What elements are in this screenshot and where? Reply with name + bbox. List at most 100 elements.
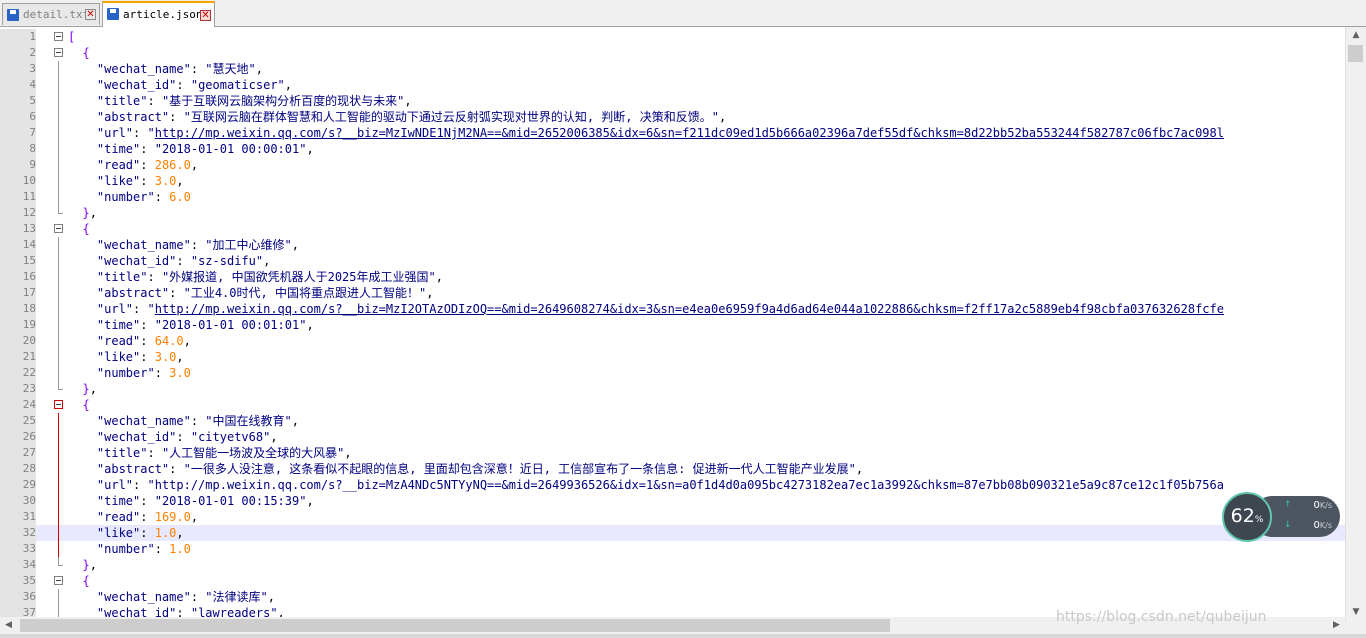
- line-number: 36: [0, 589, 36, 605]
- code-line[interactable]: 27 "title": "人工智能一场波及全球的大风暴",: [0, 445, 1345, 461]
- code-line[interactable]: 34 },: [0, 557, 1345, 573]
- memory-percent: 62: [1230, 505, 1255, 527]
- code-line[interactable]: 29 "url": "http://mp.weixin.qq.com/s?__b…: [0, 477, 1345, 493]
- code-line[interactable]: 13 {: [0, 221, 1345, 237]
- tab-article-json[interactable]: article.json ✕: [102, 1, 215, 27]
- code-line[interactable]: 20 "read": 64.0,: [0, 333, 1345, 349]
- code-line[interactable]: 33 "number": 1.0: [0, 541, 1345, 557]
- code-line[interactable]: 28 "abstract": "一很多人没注意, 这条看似不起眼的信息, 里面却…: [0, 461, 1345, 477]
- code-token: :: [176, 430, 191, 444]
- scroll-down-arrow-icon[interactable]: ▼: [1346, 604, 1366, 621]
- code-token: :: [140, 318, 155, 332]
- code-line[interactable]: 1[: [0, 29, 1345, 45]
- code-line[interactable]: 26 "wechat_id": "cityetv68",: [0, 429, 1345, 445]
- code-token: :: [140, 350, 155, 364]
- code-token: :: [133, 126, 148, 140]
- code-text: {: [68, 221, 90, 237]
- code-line[interactable]: 8 "time": "2018-01-01 00:00:01",: [0, 141, 1345, 157]
- code-line[interactable]: 4 "wechat_id": "geomaticser",: [0, 77, 1345, 93]
- line-number: 19: [0, 317, 36, 333]
- code-line[interactable]: 24 {: [0, 397, 1345, 413]
- code-token: "2018-01-01 00:00:01": [154, 142, 307, 156]
- code-line[interactable]: 12 },: [0, 205, 1345, 221]
- code-line[interactable]: 31 "read": 169.0,: [0, 509, 1345, 525]
- scroll-left-arrow-icon[interactable]: ◀: [0, 617, 17, 634]
- line-number: 6: [0, 109, 36, 125]
- code-line[interactable]: 9 "read": 286.0,: [0, 157, 1345, 173]
- code-line[interactable]: 23 },: [0, 381, 1345, 397]
- code-text: "wechat_id": "sz-sdifu",: [68, 253, 270, 269]
- code-line[interactable]: 36 "wechat_name": "法律读库",: [0, 589, 1345, 605]
- scroll-thumb[interactable]: [1348, 45, 1363, 62]
- code-token: "title": [96, 446, 148, 460]
- code-text: "number": 3.0: [68, 365, 191, 381]
- line-number: 28: [0, 461, 36, 477]
- fold-toggle-icon[interactable]: [54, 48, 63, 57]
- line-number: 31: [0, 509, 36, 525]
- code-token: {: [68, 222, 90, 236]
- fold-toggle-icon[interactable]: [54, 400, 63, 409]
- code-line[interactable]: 16 "title": "外媒报道, 中国欲凭机器人于2025年成工业强国",: [0, 269, 1345, 285]
- fold-end-marker: [58, 389, 63, 390]
- code-line[interactable]: 11 "number": 6.0: [0, 189, 1345, 205]
- tab-label: article.json: [123, 8, 203, 21]
- tab-detail-txt[interactable]: detail.txt ✕: [2, 3, 100, 25]
- fold-toggle-icon[interactable]: [54, 32, 63, 41]
- code-token: :: [169, 286, 184, 300]
- code-token: "url": [96, 478, 134, 492]
- code-editor[interactable]: 1[2 {3 "wechat_name": "慧天地", 4 "wechat_id…: [0, 27, 1366, 621]
- vertical-scrollbar[interactable]: ▲ ▼: [1345, 27, 1366, 621]
- code-token: ,: [718, 110, 727, 124]
- code-token: :: [140, 158, 155, 172]
- file-saved-icon: [7, 9, 19, 21]
- close-tab-icon[interactable]: ✕: [85, 9, 96, 20]
- fold-toggle-icon[interactable]: [54, 224, 63, 233]
- code-line[interactable]: 21 "like": 3.0,: [0, 349, 1345, 365]
- fold-guide-line: [58, 493, 59, 509]
- code-line[interactable]: 32 "like": 1.0,: [0, 525, 1345, 541]
- code-line[interactable]: 6 "abstract": "互联网云脑在群体智慧和人工智能的驱动下通过云反射弧…: [0, 109, 1345, 125]
- code-line[interactable]: 5 "title": "基于互联网云脑架构分析百度的现状与未来",: [0, 93, 1345, 109]
- code-line[interactable]: 17 "abstract": "工业4.0时代, 中国将重点跟进人工智能！",: [0, 285, 1345, 301]
- code-token: "number": [96, 366, 155, 380]
- scroll-thumb[interactable]: [20, 619, 890, 632]
- close-tab-icon[interactable]: ✕: [200, 10, 211, 21]
- code-token: ,: [190, 158, 199, 172]
- code-line[interactable]: 2 {: [0, 45, 1345, 61]
- download-speed: ↓ 0K/s: [1280, 520, 1336, 536]
- code-token: "number": [96, 190, 155, 204]
- code-line[interactable]: 19 "time": "2018-01-01 00:01:01",: [0, 317, 1345, 333]
- fold-guide-line: [58, 525, 59, 541]
- code-token: ": [147, 126, 155, 140]
- code-token: 286.0: [154, 158, 191, 172]
- line-number: 25: [0, 413, 36, 429]
- code-line[interactable]: 14 "wechat_name": "加工中心维修",: [0, 237, 1345, 253]
- code-line[interactable]: 22 "number": 3.0: [0, 365, 1345, 381]
- scroll-right-arrow-icon[interactable]: ▶: [1328, 617, 1345, 634]
- line-number: 12: [0, 205, 36, 221]
- code-line[interactable]: 35 {: [0, 573, 1345, 589]
- code-line[interactable]: 3 "wechat_name": "慧天地",: [0, 61, 1345, 77]
- code-line[interactable]: 15 "wechat_id": "sz-sdifu",: [0, 253, 1345, 269]
- code-token: "like": [96, 526, 141, 540]
- code-line[interactable]: 10 "like": 3.0,: [0, 173, 1345, 189]
- fold-toggle-icon[interactable]: [54, 576, 63, 585]
- network-speed-widget[interactable]: 62% ↑ 0K/s ↓ 0K/s: [1222, 492, 1340, 542]
- code-line[interactable]: 30 "time": "2018-01-01 00:15:39",: [0, 493, 1345, 509]
- scroll-up-arrow-icon[interactable]: ▲: [1346, 27, 1366, 44]
- code-token: 3.0: [169, 366, 191, 380]
- code-line[interactable]: 18 "url": "http://mp.weixin.qq.com/s?__b…: [0, 301, 1345, 317]
- code-token: :: [140, 526, 155, 540]
- line-number: 30: [0, 493, 36, 509]
- fold-guide-line: [58, 461, 59, 477]
- code-line[interactable]: 7 "url": "http://mp.weixin.qq.com/s?__bi…: [0, 125, 1345, 141]
- code-token: ,: [255, 62, 263, 76]
- code-line[interactable]: 25 "wechat_name": "中国在线教育",: [0, 413, 1345, 429]
